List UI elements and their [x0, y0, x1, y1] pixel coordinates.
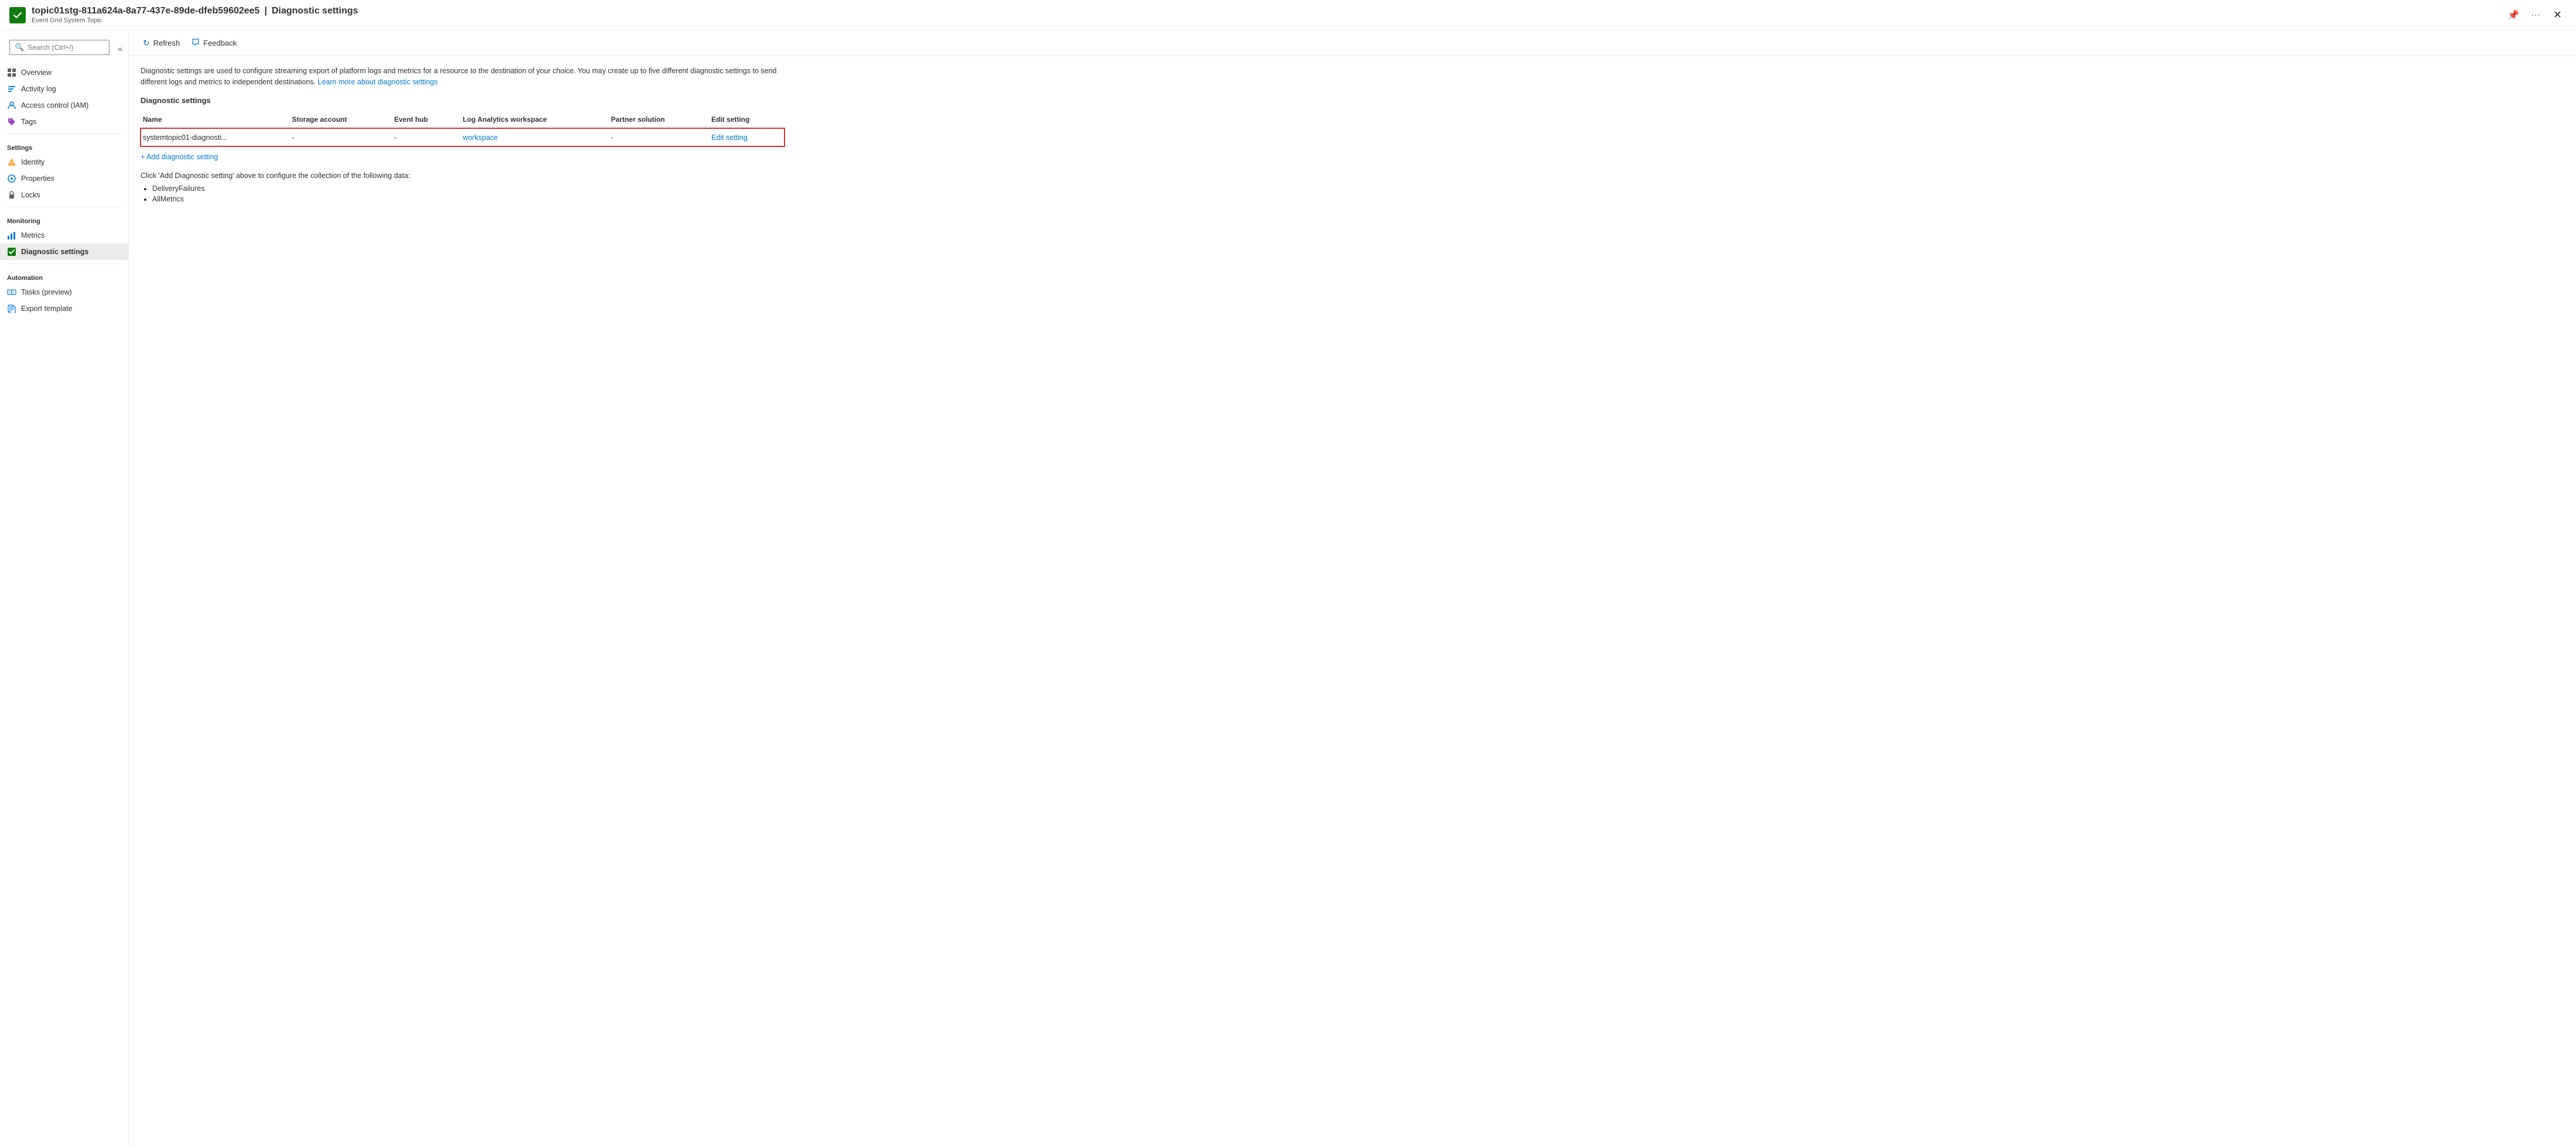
- resource-name: topic01stg-811a624a-8a77-437e-89de-dfeb5…: [32, 6, 260, 16]
- resource-subtitle: Event Grid System Topic: [32, 17, 2504, 24]
- diagnostic-settings-title: Diagnostic settings: [272, 6, 358, 16]
- sidebar-item-diagnostic-settings[interactable]: Diagnostic settings: [0, 244, 128, 260]
- sidebar-item-locks[interactable]: Locks: [0, 187, 128, 203]
- pin-button[interactable]: 📌: [2504, 7, 2523, 23]
- close-button[interactable]: ✕: [2548, 6, 2567, 23]
- workspace-link[interactable]: workspace: [463, 134, 498, 142]
- table-header-row: Name Storage account Event hub Log Analy…: [141, 111, 785, 129]
- tags-icon: [7, 117, 16, 126]
- cell-edit: Edit setting: [709, 128, 785, 146]
- page-title: topic01stg-811a624a-8a77-437e-89de-dfeb5…: [32, 6, 2504, 16]
- main-content: ↻ Refresh Feedback Diagnostic settings a…: [129, 30, 2576, 1146]
- col-header-edit: Edit setting: [709, 111, 785, 129]
- col-header-partner: Partner solution: [609, 111, 709, 129]
- overview-icon: [7, 68, 16, 77]
- identity-icon: !: [7, 158, 16, 167]
- sidebar: 🔍 « Overview Activity log Access control…: [0, 30, 129, 1146]
- content-body: Diagnostic settings are used to configur…: [129, 56, 2576, 215]
- feedback-label: Feedback: [203, 39, 237, 47]
- search-box[interactable]: 🔍: [9, 40, 109, 55]
- metrics-label: Metrics: [21, 231, 44, 240]
- toolbar: ↻ Refresh Feedback: [129, 30, 2576, 56]
- settings-section-label: Settings: [0, 138, 128, 154]
- tasks-label: Tasks (preview): [21, 288, 72, 296]
- header-title-block: topic01stg-811a624a-8a77-437e-89de-dfeb5…: [32, 6, 2504, 24]
- cell-partner: -: [609, 128, 709, 146]
- title-separator: |: [265, 6, 267, 16]
- automation-section-label: Automation: [0, 268, 128, 284]
- feedback-button[interactable]: Feedback: [187, 35, 241, 51]
- refresh-label: Refresh: [153, 39, 180, 47]
- sidebar-item-overview[interactable]: Overview: [0, 64, 128, 81]
- export-template-label: Export template: [21, 305, 73, 313]
- identity-label: Identity: [21, 158, 44, 166]
- sidebar-item-iam[interactable]: Access control (IAM): [0, 97, 128, 114]
- page-header: topic01stg-811a624a-8a77-437e-89de-dfeb5…: [0, 0, 2576, 30]
- diagnostic-table: Name Storage account Event hub Log Analy…: [141, 111, 785, 147]
- description-paragraph: Diagnostic settings are used to configur…: [141, 67, 776, 86]
- header-actions: 📌 ··· ✕: [2504, 6, 2567, 23]
- edit-setting-link[interactable]: Edit setting: [711, 134, 748, 142]
- cell-workspace: workspace: [460, 128, 608, 146]
- learn-more-link[interactable]: Learn more about diagnostic settings: [318, 78, 438, 86]
- sidebar-item-metrics[interactable]: Metrics: [0, 227, 128, 244]
- add-diagnostic-setting-link[interactable]: + Add diagnostic setting: [141, 153, 218, 161]
- sidebar-item-tags[interactable]: Tags: [0, 114, 128, 130]
- diagnostic-section-title: Diagnostic settings: [141, 96, 2564, 105]
- list-item-delivery-failures: DeliveryFailures: [152, 184, 2564, 193]
- search-input[interactable]: [28, 43, 104, 52]
- iam-label: Access control (IAM): [21, 101, 88, 110]
- col-header-storage: Storage account: [290, 111, 392, 129]
- col-header-eventhub: Event hub: [392, 111, 460, 129]
- export-icon: [7, 304, 16, 313]
- description-text: Diagnostic settings are used to configur…: [141, 66, 785, 88]
- search-icon: 🔍: [15, 43, 24, 52]
- col-header-name: Name: [141, 111, 290, 129]
- cell-eventhub: -: [392, 128, 460, 146]
- activity-icon: [7, 84, 16, 94]
- list-item-all-metrics: AllMetrics: [152, 195, 2564, 203]
- svg-text:!: !: [11, 161, 13, 166]
- more-button[interactable]: ···: [2527, 8, 2544, 23]
- overview-label: Overview: [21, 69, 52, 77]
- col-header-workspace: Log Analytics workspace: [460, 111, 608, 129]
- locks-label: Locks: [21, 191, 40, 199]
- sidebar-item-tasks[interactable]: Tasks (preview): [0, 284, 128, 300]
- diagnostic-icon: [7, 247, 16, 256]
- sidebar-item-properties[interactable]: Properties: [0, 170, 128, 187]
- cell-storage: -: [290, 128, 392, 146]
- resource-icon: [9, 7, 26, 23]
- tasks-icon: [7, 288, 16, 297]
- locks-icon: [7, 190, 16, 200]
- collapse-button[interactable]: «: [117, 43, 124, 54]
- diagnostic-settings-label: Diagnostic settings: [21, 248, 88, 256]
- properties-icon: [7, 174, 16, 183]
- add-setting-label: + Add diagnostic setting: [141, 153, 218, 161]
- properties-label: Properties: [21, 175, 54, 183]
- sidebar-item-export-template[interactable]: Export template: [0, 300, 128, 317]
- sidebar-item-activity-log[interactable]: Activity log: [0, 81, 128, 97]
- tags-label: Tags: [21, 118, 36, 126]
- data-types-list: DeliveryFailures AllMetrics: [141, 184, 2564, 203]
- refresh-icon: ↻: [143, 38, 150, 48]
- monitoring-section-label: Monitoring: [0, 211, 128, 227]
- activity-log-label: Activity log: [21, 85, 56, 93]
- feedback-icon: [191, 38, 200, 48]
- main-layout: 🔍 « Overview Activity log Access control…: [0, 30, 2576, 1146]
- metrics-icon: [7, 231, 16, 240]
- iam-icon: [7, 101, 16, 110]
- sidebar-item-identity[interactable]: ! Identity: [0, 154, 128, 170]
- refresh-button[interactable]: ↻ Refresh: [138, 35, 184, 51]
- table-row: systemtopic01-diagnosti... - - workspace…: [141, 128, 785, 146]
- click-info-text: Click 'Add Diagnostic setting' above to …: [141, 172, 2564, 180]
- cell-name: systemtopic01-diagnosti...: [141, 128, 290, 146]
